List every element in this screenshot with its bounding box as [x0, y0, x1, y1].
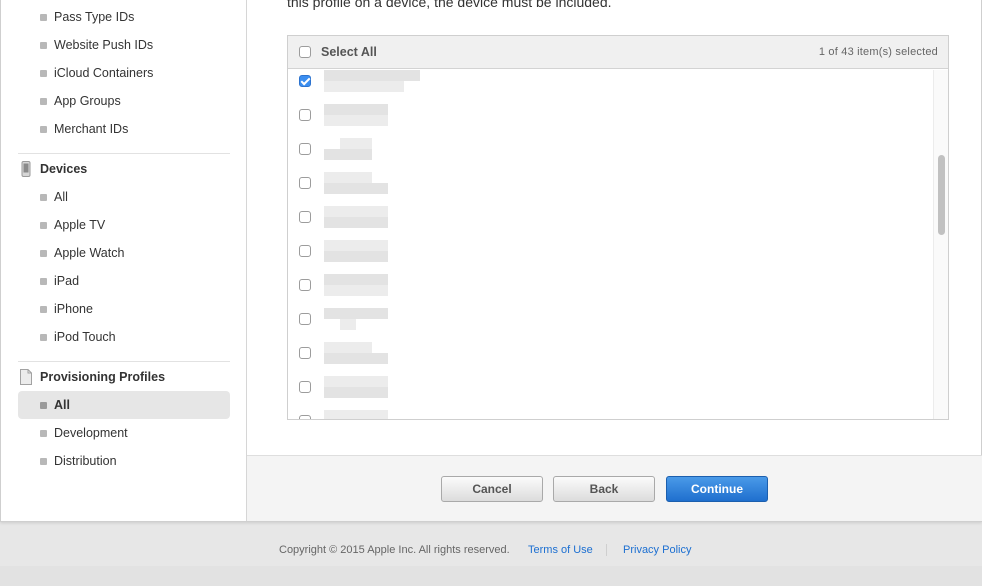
app-window: Pass Type IDs Website Push IDs iCloud Co… [0, 0, 982, 522]
device-row[interactable] [288, 268, 934, 302]
scrollbar-thumb[interactable] [938, 155, 945, 235]
sidebar-item-iphone[interactable]: iPhone [18, 295, 230, 323]
device-checkbox[interactable] [299, 313, 311, 325]
sidebar-item-label: All [54, 398, 70, 412]
device-checkbox[interactable] [299, 279, 311, 291]
bullet-icon [40, 429, 47, 437]
sidebar-item-label: Apple TV [54, 218, 106, 232]
device-checkbox[interactable] [299, 211, 311, 223]
copyright-text: Copyright © 2015 Apple Inc. All rights r… [279, 544, 510, 556]
device-row[interactable] [288, 370, 934, 404]
sidebar-item-label: iPod Touch [54, 330, 116, 344]
devices-section-header: Devices [18, 155, 230, 183]
devices-section-title: Devices [40, 162, 88, 176]
device-row[interactable] [288, 234, 934, 268]
list-scrollbar[interactable] [933, 70, 948, 419]
sidebar-item-merchant-ids[interactable]: Merchant IDs [18, 115, 230, 143]
sidebar-item-apple-tv[interactable]: Apple TV [18, 211, 230, 239]
sidebar-item-profiles-all[interactable]: All [18, 391, 230, 419]
sidebar-item-label: Distribution [54, 454, 117, 468]
sidebar-item-label: App Groups [54, 94, 121, 108]
document-icon [20, 369, 32, 385]
sidebar-item-label: Merchant IDs [54, 122, 129, 136]
sidebar-item-label: Pass Type IDs [54, 10, 135, 24]
instruction-text: this profile on a device, the device mus… [287, 0, 612, 10]
sidebar-divider [18, 153, 230, 154]
sidebar-item-development[interactable]: Development [18, 419, 230, 447]
device-row[interactable] [288, 404, 934, 419]
sidebar-item-pass-type-ids[interactable]: Pass Type IDs [18, 3, 230, 31]
select-all-checkbox[interactable] [299, 46, 311, 58]
action-bar: Cancel Back Continue [247, 455, 982, 521]
device-row[interactable] [288, 200, 934, 234]
device-rows [288, 70, 934, 419]
bullet-icon [40, 305, 47, 313]
device-checkbox[interactable] [299, 143, 311, 155]
device-row[interactable] [288, 336, 934, 370]
phone-icon [21, 161, 31, 177]
bullet-icon [40, 249, 47, 257]
device-row[interactable] [288, 98, 934, 132]
device-checkbox[interactable] [299, 177, 311, 189]
bullet-icon [40, 221, 47, 229]
main-content: this profile on a device, the device mus… [247, 0, 982, 521]
sidebar-item-label: Development [54, 426, 128, 440]
sidebar-item-ipad[interactable]: iPad [18, 267, 230, 295]
bottom-strip [0, 566, 982, 586]
sidebar-item-ipod-touch[interactable]: iPod Touch [18, 323, 230, 351]
device-checkbox[interactable] [299, 109, 311, 121]
sidebar-item-label: All [54, 190, 68, 204]
bullet-icon [40, 97, 47, 105]
sidebar-item-label: iPhone [54, 302, 93, 316]
sidebar-item-icloud-containers[interactable]: iCloud Containers [18, 59, 230, 87]
device-row[interactable] [288, 132, 934, 166]
device-selection-list: Select All 1 of 43 item(s) selected [287, 35, 949, 420]
privacy-policy-link[interactable]: Privacy Policy [623, 544, 691, 556]
device-row[interactable] [288, 166, 934, 200]
selected-count: 1 of 43 item(s) selected [818, 46, 938, 58]
sidebar: Pass Type IDs Website Push IDs iCloud Co… [1, 0, 247, 521]
footer-separator [606, 544, 607, 556]
terms-of-use-link[interactable]: Terms of Use [528, 544, 593, 556]
sidebar-item-label: iPad [54, 274, 80, 288]
bullet-icon [40, 125, 47, 133]
bullet-icon [40, 69, 47, 77]
sidebar-item-label: Website Push IDs [54, 38, 154, 52]
sidebar-divider [18, 361, 230, 362]
device-checkbox[interactable] [299, 347, 311, 359]
device-row[interactable] [288, 64, 934, 98]
provisioning-profiles-title: Provisioning Profiles [40, 370, 166, 384]
bullet-icon [40, 457, 47, 465]
sidebar-item-devices-all[interactable]: All [18, 183, 230, 211]
select-all-label[interactable]: Select All [321, 45, 377, 59]
sidebar-item-label: Apple Watch [54, 246, 125, 260]
sidebar-item-label: iCloud Containers [54, 66, 154, 80]
sidebar-item-apple-watch[interactable]: Apple Watch [18, 239, 230, 267]
continue-button[interactable]: Continue [666, 476, 768, 502]
device-checkbox[interactable] [299, 381, 311, 393]
device-row[interactable] [288, 302, 934, 336]
page-footer: Copyright © 2015 Apple Inc. All rights r… [0, 538, 982, 562]
sidebar-item-distribution[interactable]: Distribution [18, 447, 230, 475]
bullet-icon [40, 333, 47, 341]
provisioning-profiles-section-header: Provisioning Profiles [18, 363, 230, 391]
bullet-icon [40, 193, 47, 201]
sidebar-item-app-groups[interactable]: App Groups [18, 87, 230, 115]
back-button[interactable]: Back [553, 476, 655, 502]
bullet-icon [40, 13, 47, 21]
device-checkbox[interactable] [299, 75, 311, 87]
cancel-button[interactable]: Cancel [441, 476, 543, 502]
bullet-icon [40, 41, 47, 49]
bullet-icon [40, 401, 47, 409]
device-checkbox[interactable] [299, 245, 311, 257]
bullet-icon [40, 277, 47, 285]
device-checkbox[interactable] [299, 415, 311, 419]
sidebar-item-website-push-ids[interactable]: Website Push IDs [18, 31, 230, 59]
